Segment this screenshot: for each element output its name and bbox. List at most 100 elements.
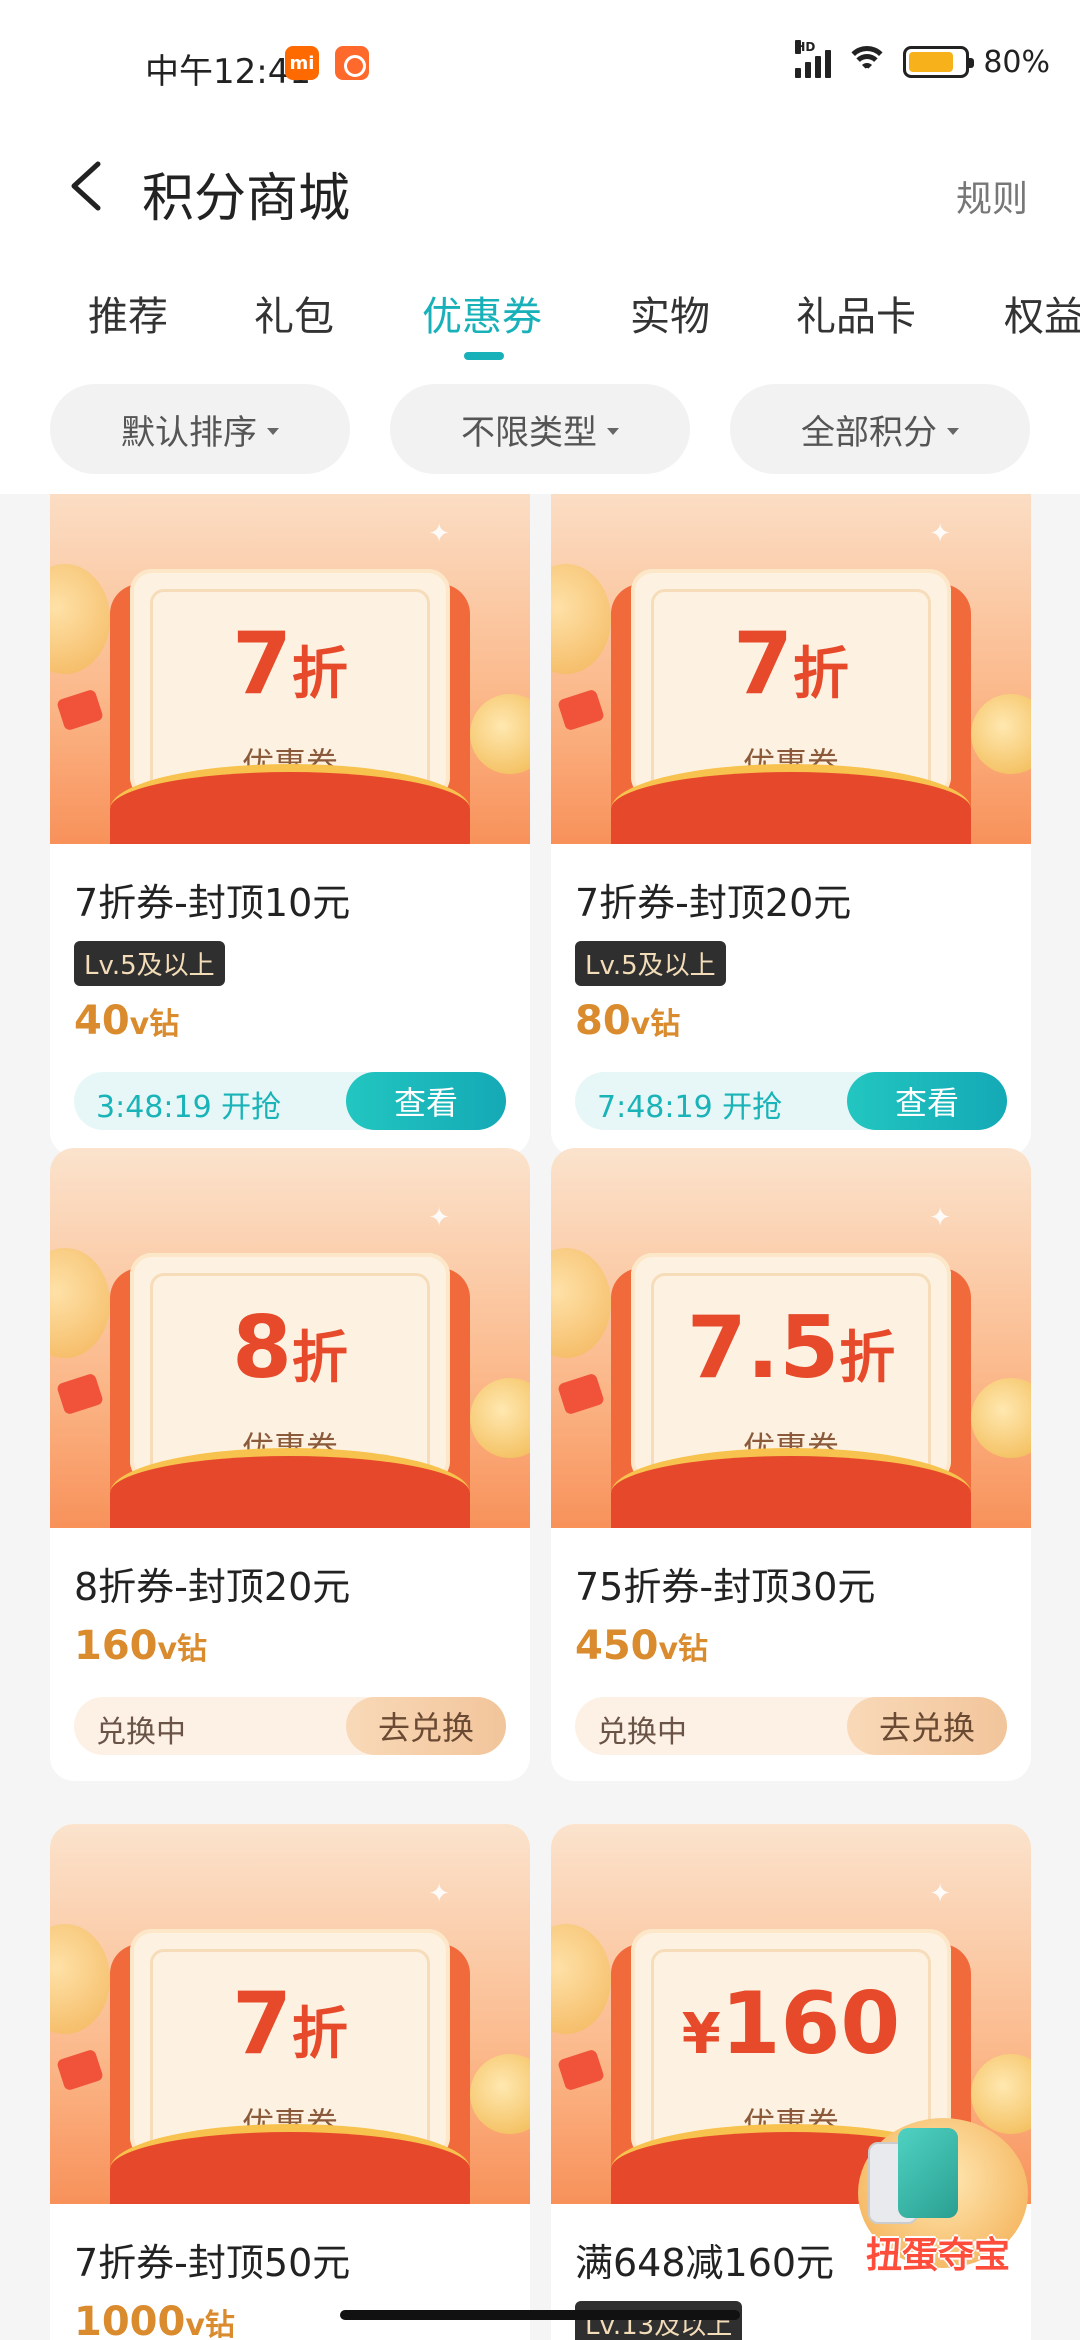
level-badge: Lv.13及以上 <box>575 2301 743 2340</box>
sparkle-icon: ✦ <box>929 1879 951 1909</box>
caret-down-icon <box>267 427 279 435</box>
coin-decoration <box>50 564 110 674</box>
coupon-banner: ✦ 7折 优惠券 <box>551 494 1031 844</box>
envelope-front <box>110 1448 470 1528</box>
sort-filter-label: 默认排序 <box>121 412 257 453</box>
price-value: 450 <box>575 1623 659 1669</box>
price-value: 40 <box>74 998 130 1044</box>
page-title: 积分商城 <box>142 169 351 229</box>
voucher-unit: 折 <box>291 1326 348 1391</box>
tab-gift-card[interactable]: 礼品卡 <box>796 284 916 342</box>
coupon-price: 450v钻 <box>575 1623 1007 1669</box>
sort-filter[interactable]: 默认排序 <box>50 384 350 474</box>
card-body: 75折券-封顶30元 450v钻 兑换中 去兑换 <box>551 1528 1031 1781</box>
countdown-status: 3:48:19 开抢 <box>96 1090 282 1125</box>
phone-prize-icon <box>898 2128 958 2218</box>
sparkle-icon: ✦ <box>428 519 450 549</box>
filter-bar: 默认排序 不限类型 全部积分 <box>0 384 1080 476</box>
wifi-icon <box>845 46 890 78</box>
tab-benefits[interactable]: 权益 <box>1004 284 1080 342</box>
envelope-front <box>110 2124 470 2204</box>
mi-app-icon: mi <box>285 46 319 80</box>
card-body: 7折券-封顶20元 Lv.5及以上 80v钻 7:48:19 开抢 查看 <box>551 844 1031 1156</box>
redeem-button[interactable]: 去兑换 <box>346 1697 506 1755</box>
rules-link[interactable]: 规则 <box>956 170 1028 222</box>
points-filter[interactable]: 全部积分 <box>730 384 1030 474</box>
countdown-status: 7:48:19 开抢 <box>597 1090 783 1125</box>
price-unit: v钻 <box>658 1632 709 1667</box>
sparkle-icon: ✦ <box>929 1203 951 1233</box>
tab-gift-pack[interactable]: 礼包 <box>254 284 334 342</box>
envelope-front <box>611 1448 971 1528</box>
coupon-card[interactable]: ✦ 7折 优惠券 7折券-封顶20元 Lv.5及以上 80v钻 7:48:19 … <box>551 494 1031 1156</box>
tab-coupon[interactable]: 优惠券 <box>422 284 542 342</box>
coupon-price: 40v钻 <box>74 998 506 1044</box>
coin-decoration <box>50 1924 110 2034</box>
top-bar: 中午12:41 mi HD 80% 积分商城 规则 推荐 礼包 优惠券 实物 礼… <box>0 0 1080 494</box>
tab-recommend[interactable]: 推荐 <box>88 284 168 342</box>
gacha-label: 扭蛋夺宝 <box>865 2235 1010 2276</box>
voucher-number: 7 <box>733 614 793 714</box>
voucher-value: 8折 <box>130 1298 450 1398</box>
view-button[interactable]: 查看 <box>346 1072 506 1130</box>
mi-label: mi <box>289 52 315 74</box>
red-packet-decoration <box>557 2048 605 2092</box>
voucher-number: 160 <box>720 1974 901 2074</box>
coin-decoration <box>50 1248 110 1358</box>
sparkle-icon: ✦ <box>929 519 951 549</box>
voucher-value: 7折 <box>130 614 450 714</box>
card-body: 8折券-封顶20元 160v钻 兑换中 去兑换 <box>50 1528 530 1781</box>
caret-down-icon <box>607 427 619 435</box>
voucher-unit: ¥ <box>681 2002 721 2067</box>
coin-decoration <box>551 564 611 674</box>
coupon-banner: ✦ 7折 优惠券 <box>50 1824 530 2204</box>
coupon-price: 160v钻 <box>74 1623 506 1669</box>
coin-decoration <box>470 694 530 774</box>
active-tab-indicator <box>464 352 504 360</box>
exchange-status: 兑换中 <box>96 1715 186 1750</box>
type-filter-label: 不限类型 <box>461 412 597 453</box>
voucher-unit: 折 <box>839 1326 896 1391</box>
voucher-value: 7折 <box>130 1974 450 2074</box>
gacha-float-banner[interactable]: 扭蛋夺宝 <box>848 2118 1028 2288</box>
cellular-signal-icon: HD <box>795 40 832 78</box>
points-filter-label: 全部积分 <box>801 412 937 453</box>
hd-label: HD <box>795 40 816 54</box>
battery-icon <box>903 46 975 78</box>
redeem-button[interactable]: 去兑换 <box>847 1697 1007 1755</box>
price-unit: v钻 <box>129 1007 180 1042</box>
red-packet-decoration <box>56 688 104 732</box>
coupon-card[interactable]: ✦ 8折 优惠券 8折券-封顶20元 160v钻 兑换中 去兑换 <box>50 1148 530 1781</box>
coupon-title: 7折券-封顶10元 <box>74 881 351 925</box>
battery-fill <box>909 52 953 72</box>
coin-decoration <box>551 1248 611 1358</box>
coupon-card[interactable]: ✦ 7.5折 优惠券 75折券-封顶30元 450v钻 兑换中 去兑换 <box>551 1148 1031 1781</box>
envelope-front <box>110 764 470 844</box>
action-bar: 3:48:19 开抢 查看 <box>74 1072 506 1130</box>
coupon-banner: ✦ 8折 优惠券 <box>50 1148 530 1528</box>
card-body: 7折券-封顶10元 Lv.5及以上 40v钻 3:48:19 开抢 查看 <box>50 844 530 1156</box>
red-packet-decoration <box>56 1372 104 1416</box>
voucher-unit: 折 <box>792 642 849 707</box>
voucher-number: 8 <box>232 1298 292 1398</box>
coupon-banner: ✦ 7折 优惠券 <box>50 494 530 844</box>
tab-physical[interactable]: 实物 <box>630 284 710 342</box>
view-button[interactable]: 查看 <box>847 1072 1007 1130</box>
coupon-title: 7折券-封顶50元 <box>74 2241 351 2285</box>
coupon-price: 80v钻 <box>575 998 1007 1044</box>
price-unit: v钻 <box>185 2308 235 2340</box>
home-indicator[interactable] <box>340 2310 740 2320</box>
caret-down-icon <box>947 427 959 435</box>
action-bar: 兑换中 去兑换 <box>74 1697 506 1755</box>
voucher-number: 7 <box>232 614 292 714</box>
sparkle-icon: ✦ <box>428 1203 450 1233</box>
type-filter[interactable]: 不限类型 <box>390 384 690 474</box>
battery-percentage: 80% <box>983 44 1050 80</box>
back-arrow-icon[interactable] <box>64 158 112 214</box>
coin-decoration <box>971 1378 1031 1458</box>
voucher-number: 7.5 <box>686 1298 840 1398</box>
exchange-status: 兑换中 <box>597 1715 687 1750</box>
coupon-card[interactable]: ✦ 7折 优惠券 7折券-封顶50元 1000v钻 <box>50 1824 530 2340</box>
price-unit: v钻 <box>630 1007 681 1042</box>
coupon-card[interactable]: ✦ 7折 优惠券 7折券-封顶10元 Lv.5及以上 40v钻 3:48:19 … <box>50 494 530 1156</box>
